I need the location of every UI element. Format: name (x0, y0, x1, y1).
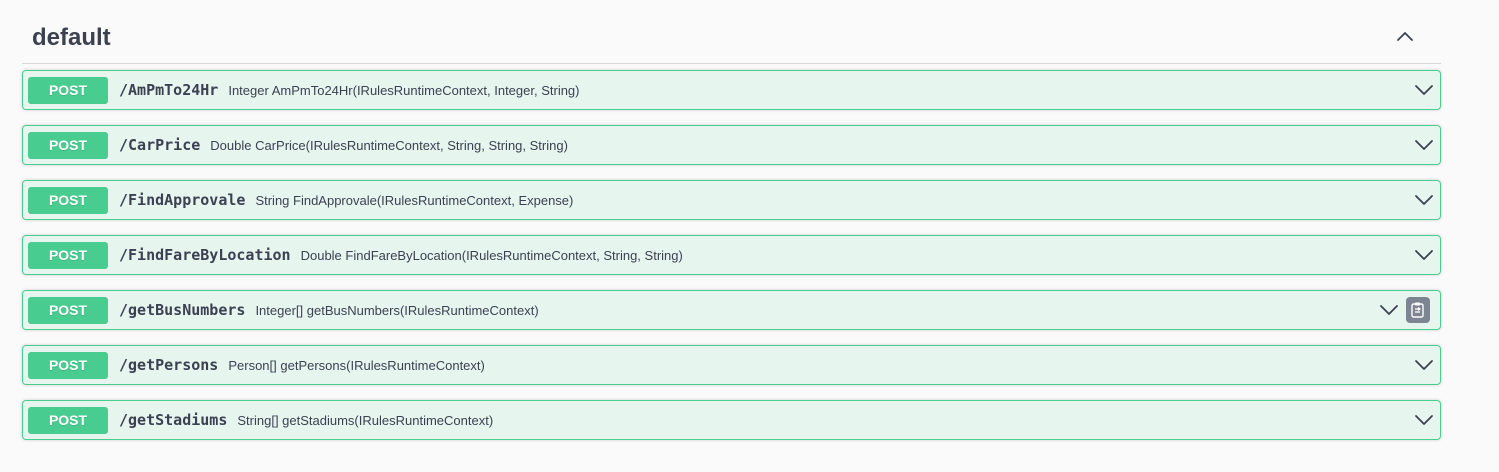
copy-to-clipboard-button[interactable] (1406, 297, 1430, 323)
operation-path: /getBusNumbers (119, 301, 246, 319)
operation-path: /FindApprovale (119, 191, 246, 209)
tag-header[interactable]: default (22, 14, 1441, 64)
chevron-down-icon[interactable] (1378, 299, 1400, 321)
clipboard-icon (1411, 302, 1424, 318)
method-badge: POST (28, 76, 108, 104)
operation-path: /CarPrice (119, 136, 201, 154)
operation-path: /getPersons (119, 356, 219, 374)
method-badge: POST (28, 351, 108, 379)
method-badge: POST (28, 296, 108, 324)
operation-summary: Integer[] getBusNumbers(IRulesRuntimeCon… (255, 302, 539, 318)
operation-summary: Double CarPrice(IRulesRuntimeContext, St… (210, 137, 568, 153)
operation-summary: Integer AmPmTo24Hr(IRulesRuntimeContext,… (228, 82, 580, 98)
operation-row[interactable]: POST /FindApprovale String FindApprovale… (22, 180, 1441, 220)
chevron-down-icon[interactable] (1413, 189, 1435, 211)
chevron-down-icon[interactable] (1413, 244, 1435, 266)
operation-row[interactable]: POST /getBusNumbers Integer[] getBusNumb… (22, 290, 1441, 330)
method-badge: POST (28, 131, 108, 159)
operation-path: /getStadiums (119, 411, 228, 429)
tag-title[interactable]: default (22, 24, 111, 52)
operation-summary: Double FindFareByLocation(IRulesRuntimeC… (300, 247, 683, 263)
method-badge: POST (28, 241, 108, 269)
operation-summary: String[] getStadiums(IRulesRuntimeContex… (237, 412, 494, 428)
operation-path: /FindFareByLocation (119, 246, 291, 264)
operation-row[interactable]: POST /getStadiums String[] getStadiums(I… (22, 400, 1441, 440)
operation-row[interactable]: POST /AmPmTo24Hr Integer AmPmTo24Hr(IRul… (22, 70, 1441, 110)
operation-summary: String FindApprovale(IRulesRuntimeContex… (255, 192, 574, 208)
method-badge: POST (28, 406, 108, 434)
chevron-up-icon[interactable] (1393, 25, 1417, 49)
operation-summary: Person[] getPersons(IRulesRuntimeContext… (228, 357, 485, 373)
chevron-down-icon[interactable] (1413, 79, 1435, 101)
operation-row[interactable]: POST /CarPrice Double CarPrice(IRulesRun… (22, 125, 1441, 165)
operation-row[interactable]: POST /getPersons Person[] getPersons(IRu… (22, 345, 1441, 385)
method-badge: POST (28, 186, 108, 214)
swagger-tag-section: default POST /AmPmTo24Hr Integer AmPmTo2… (0, 0, 1499, 472)
operation-row[interactable]: POST /FindFareByLocation Double FindFare… (22, 235, 1441, 275)
chevron-down-icon[interactable] (1413, 354, 1435, 376)
chevron-down-icon[interactable] (1413, 134, 1435, 156)
operations-list: POST /AmPmTo24Hr Integer AmPmTo24Hr(IRul… (22, 70, 1441, 455)
operation-path: /AmPmTo24Hr (119, 81, 219, 99)
chevron-down-icon[interactable] (1413, 409, 1435, 431)
